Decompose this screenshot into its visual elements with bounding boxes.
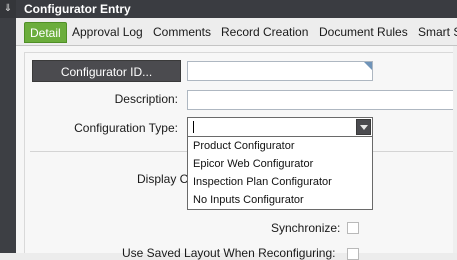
display-label: Display C (137, 172, 189, 186)
configuration-type-combo[interactable] (187, 117, 373, 137)
required-corner-icon (364, 62, 372, 70)
tab-bar: Detail Approval Log Comments Record Crea… (16, 18, 457, 46)
configurator-id-field[interactable] (187, 61, 373, 81)
pin-icon[interactable]: ⇓ (0, 0, 16, 18)
dropdown-option-no-inputs-configurator[interactable]: No Inputs Configurator (188, 191, 372, 209)
configuration-type-label: Configuration Type: (74, 121, 178, 135)
description-field[interactable] (187, 90, 457, 110)
use-saved-layout-label: Use Saved Layout When Reconfiguring: (122, 246, 336, 260)
description-label: Description: (114, 92, 178, 106)
left-app-strip (0, 0, 16, 253)
synchronize-checkbox[interactable] (347, 222, 359, 234)
right-edge-trim (453, 46, 457, 253)
tab-document-rules[interactable]: Document Rules (319, 22, 408, 43)
tab-smart-st[interactable]: Smart St (418, 22, 457, 43)
tab-comments[interactable]: Comments (153, 22, 211, 43)
dropdown-option-product-configurator[interactable]: Product Configurator (188, 137, 372, 155)
tab-approval-log[interactable]: Approval Log (72, 22, 143, 43)
configuration-type-dropdown-list: Product Configurator Epicor Web Configur… (187, 136, 373, 210)
chevron-down-icon (360, 125, 368, 130)
dropdown-toggle-button[interactable] (356, 119, 371, 135)
dropdown-option-epicor-web-configurator[interactable]: Epicor Web Configurator (188, 155, 372, 173)
tab-detail[interactable]: Detail (24, 22, 67, 43)
dropdown-option-inspection-plan-configurator[interactable]: Inspection Plan Configurator (188, 173, 372, 191)
configurator-id-button[interactable]: Configurator ID... (32, 60, 181, 82)
text-caret (193, 121, 194, 133)
use-saved-layout-checkbox[interactable] (347, 248, 359, 260)
synchronize-label: Synchronize: (271, 221, 341, 235)
window-title: Configurator Entry (16, 0, 457, 18)
tab-record-creation[interactable]: Record Creation (221, 22, 308, 43)
